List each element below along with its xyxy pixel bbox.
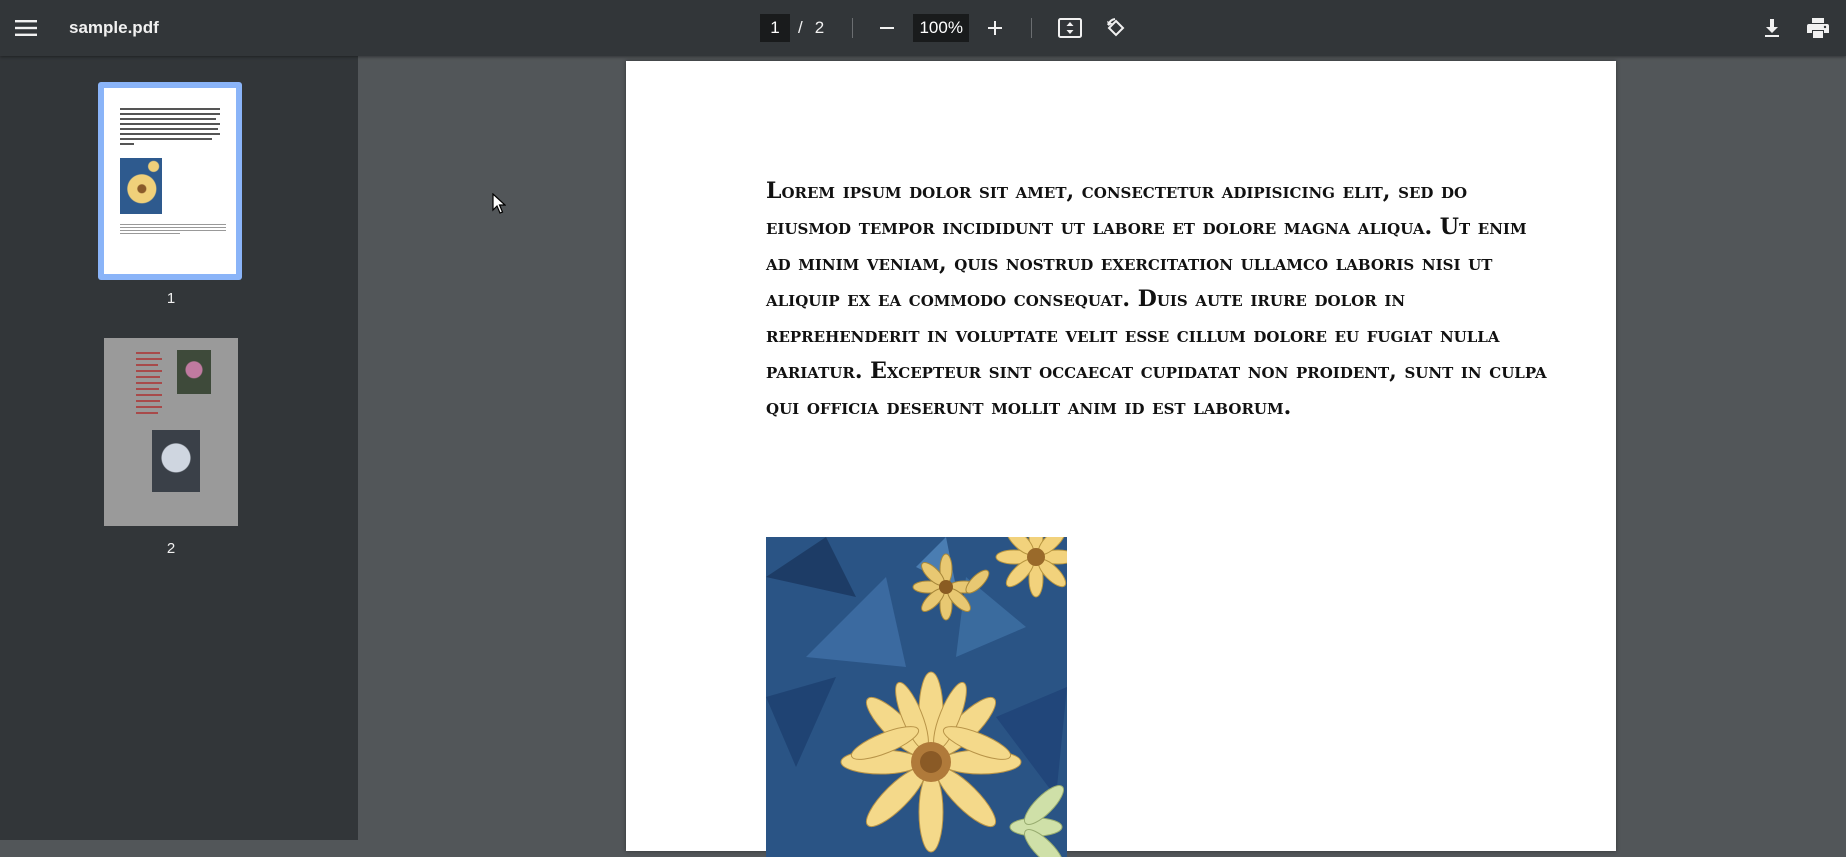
document-title: sample.pdf — [69, 18, 159, 37]
thumbnail-text-line — [120, 143, 134, 145]
thumbnail-text-line — [120, 227, 226, 228]
thumbnail-text-line — [136, 382, 162, 384]
thumbnail-label-2: 2 — [166, 540, 176, 557]
thumbnail-text-line — [136, 400, 160, 402]
print-icon — [1807, 18, 1829, 38]
mouse-cursor-icon — [492, 193, 506, 214]
flower-image-graphic — [766, 537, 1067, 857]
zoom-in-button[interactable] — [979, 12, 1011, 44]
fit-to-page-button[interactable] — [1054, 12, 1086, 44]
thumbnail-text-line — [120, 108, 220, 110]
document-paragraph: Lorem ipsum dolor sit amet, consectetur … — [766, 178, 1547, 420]
thumbnail-text-line — [120, 230, 226, 231]
total-pages: 2 — [814, 18, 825, 37]
zoom-out-button[interactable] — [871, 12, 903, 44]
thumbnail-white-flower-image — [152, 430, 200, 492]
download-icon — [1765, 19, 1779, 37]
page-number-input[interactable] — [760, 14, 790, 42]
rotate-counterclockwise-icon — [1107, 18, 1125, 37]
page-zoom-controls: / 2 — [760, 0, 1132, 56]
zoom-input[interactable] — [913, 14, 970, 42]
pdf-toolbar: sample.pdf / 2 — [0, 0, 1846, 56]
rotate-button[interactable] — [1100, 12, 1132, 44]
hamburger-menu-icon — [15, 20, 37, 36]
thumbnail-flower-image — [120, 158, 162, 214]
thumbnail-text-line — [120, 233, 180, 234]
thumbnail-text-line — [136, 388, 159, 390]
file-actions — [1756, 0, 1834, 56]
thumbnail-text-line — [136, 406, 162, 408]
download-button[interactable] — [1756, 12, 1788, 44]
thumbnail-text-line — [120, 123, 220, 125]
plus-icon — [988, 21, 1003, 35]
thumbnail-text-line — [120, 138, 212, 140]
page-separator: / — [798, 18, 803, 37]
thumbnail-text-line — [136, 370, 162, 372]
thumbnail-text-line — [136, 358, 162, 360]
print-button[interactable] — [1802, 12, 1834, 44]
flower-image — [766, 537, 1067, 857]
thumbnail-text-line — [136, 412, 158, 414]
minus-icon — [880, 27, 895, 29]
fit-to-page-icon — [1058, 18, 1083, 38]
thumbnail-pink-flower-image — [177, 350, 211, 394]
thumbnail-text-line — [136, 352, 160, 354]
thumbnail-text-line — [120, 133, 220, 135]
thumbnail-text-line — [120, 128, 218, 130]
thumbnail-sidebar: 1 2 — [0, 56, 358, 840]
toolbar-divider — [852, 18, 854, 38]
thumbnail-text-line — [120, 118, 216, 120]
menu-button[interactable] — [10, 0, 42, 56]
page-thumbnail-2[interactable] — [104, 338, 238, 526]
pdf-page-1: Lorem ipsum dolor sit amet, consectetur … — [626, 61, 1616, 857]
thumbnail-label-1: 1 — [166, 290, 176, 307]
page-thumbnail-preview — [104, 88, 236, 274]
thumbnail-text-line — [136, 376, 160, 378]
thumbnail-text-line — [136, 394, 162, 396]
toolbar-divider — [1031, 18, 1033, 38]
thumbnail-text-line — [120, 113, 220, 115]
thumbnail-text-line — [136, 364, 158, 366]
page-thumbnail-1[interactable] — [98, 82, 242, 280]
thumbnail-text-line — [120, 224, 226, 225]
